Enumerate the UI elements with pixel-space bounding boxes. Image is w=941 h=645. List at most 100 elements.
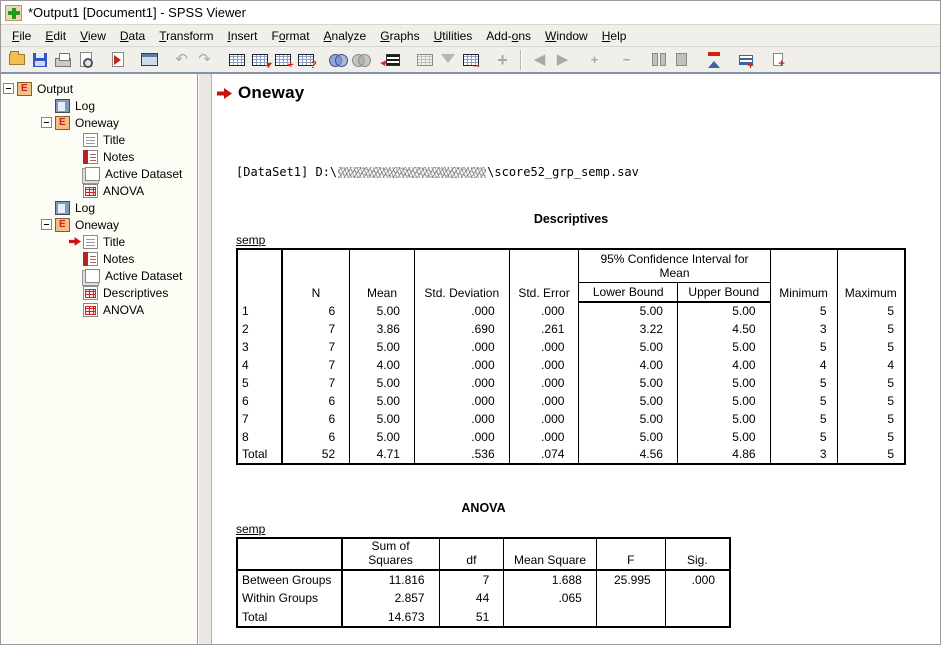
value-cell: 5.00 <box>677 374 770 392</box>
value-cell: .000 <box>509 428 579 446</box>
menu-graphs[interactable]: Graphs <box>373 27 426 45</box>
value-cell: 4.00 <box>677 356 770 374</box>
tree-item-title[interactable]: Title <box>1 233 197 250</box>
goto-case-icon[interactable] <box>248 49 271 71</box>
expand-outline-icon: + <box>583 49 606 71</box>
col-header: Lower Bound <box>579 283 678 302</box>
use-variable-sets-icon[interactable] <box>326 49 349 71</box>
row-label: 2 <box>237 320 282 338</box>
insert-heading-icon[interactable] <box>459 49 482 71</box>
menu-edit[interactable]: Edit <box>38 27 73 45</box>
tree-item-label: Log <box>72 99 98 113</box>
table-row: Total14.67351 <box>237 608 730 627</box>
notes-icon <box>83 150 98 164</box>
value-cell: .000 <box>509 374 579 392</box>
tree-expander-icon[interactable] <box>41 219 52 230</box>
col-header: Upper Bound <box>677 283 770 302</box>
tree-item-oneway[interactable]: Oneway <box>1 114 197 131</box>
tree-item-notes[interactable]: Notes <box>1 148 197 165</box>
save-file-icon[interactable] <box>28 49 51 71</box>
tree-item-descriptives[interactable]: Descriptives <box>1 284 197 301</box>
value-cell: 5.00 <box>677 410 770 428</box>
spss-app-icon <box>5 5 22 21</box>
value-cell: 6 <box>282 302 350 320</box>
select-cases-icon <box>436 49 459 71</box>
open-file-icon[interactable] <box>5 49 28 71</box>
tree-item-title[interactable]: Title <box>1 131 197 148</box>
tree-item-output[interactable]: Output <box>1 80 197 97</box>
corner-cell <box>237 538 342 570</box>
col-header: Maximum <box>837 249 905 302</box>
row-label: 1 <box>237 302 282 320</box>
print-icon[interactable] <box>51 49 74 71</box>
dataset-path-prefix: [DataSet1] D:\ <box>236 165 337 179</box>
promote-outline-icon: ◀ <box>528 49 551 71</box>
value-cell: 4 <box>837 356 905 374</box>
menu-transform[interactable]: Transform <box>152 27 220 45</box>
value-cell: 6 <box>282 428 350 446</box>
tree-item-label: ANOVA <box>100 303 147 317</box>
tree-item-label: Oneway <box>72 116 122 130</box>
value-cell: 14.673 <box>342 608 440 627</box>
value-cell <box>665 589 730 608</box>
export-output-icon[interactable] <box>106 49 129 71</box>
outline-pane: OutputLogOnewayTitleNotesActive DatasetA… <box>1 74 198 644</box>
tree-item-log[interactable]: Log <box>1 97 197 114</box>
menu-window[interactable]: Window <box>538 27 595 45</box>
menu-file[interactable]: File <box>5 27 38 45</box>
menu-add-ons[interactable]: Add-ons <box>479 27 538 45</box>
dataset-path-suffix: \score52_grp_semp.sav <box>487 165 639 179</box>
hide-all-icon[interactable] <box>766 49 789 71</box>
output-content-pane[interactable]: Oneway [DataSet1] D:\\score52_grp_semp.s… <box>212 74 940 644</box>
value-cell: .074 <box>509 446 579 464</box>
menu-data[interactable]: Data <box>113 27 152 45</box>
dialog-recall-icon[interactable] <box>138 49 161 71</box>
spss-viewer-window: *Output1 [Document1] - SPSS Viewer FileE… <box>0 0 941 645</box>
print-preview-icon[interactable] <box>74 49 97 71</box>
table-row: 165.00.000.0005.005.0055 <box>237 302 905 320</box>
insert-variable-icon[interactable] <box>271 49 294 71</box>
value-cell: 5 <box>837 392 905 410</box>
row-label: 3 <box>237 338 282 356</box>
select-last-output-icon[interactable] <box>381 49 404 71</box>
tree-expander-icon[interactable] <box>3 83 14 94</box>
value-cell: .000 <box>509 302 579 320</box>
value-cell: 25.995 <box>596 570 665 589</box>
value-cell: 7 <box>439 570 504 589</box>
anova-table[interactable]: Sum of SquaresdfMean SquareFSig.Between … <box>236 537 731 628</box>
show-all-icon[interactable] <box>734 49 757 71</box>
tree-item-anova[interactable]: ANOVA <box>1 182 197 199</box>
tree-item-notes[interactable]: Notes <box>1 250 197 267</box>
tree-item-label: Oneway <box>72 218 122 232</box>
value-cell: .000 <box>414 338 509 356</box>
corner-cell <box>237 249 282 302</box>
col-header: Sum of Squares <box>342 538 440 570</box>
goto-data-icon[interactable] <box>225 49 248 71</box>
tree-item-log[interactable]: Log <box>1 199 197 216</box>
anova-title: ANOVA <box>236 501 731 515</box>
tree-item-label: Active Dataset <box>102 167 185 181</box>
pane-splitter[interactable] <box>198 74 212 644</box>
table-row: Within Groups2.85744.065 <box>237 589 730 608</box>
tree-item-oneway[interactable]: Oneway <box>1 216 197 233</box>
table-row: 575.00.000.0005.005.0055 <box>237 374 905 392</box>
current-item-arrow-icon <box>69 237 83 246</box>
menu-format[interactable]: Format <box>265 27 317 45</box>
collapse-all-icon[interactable] <box>702 49 725 71</box>
menu-analyze[interactable]: Analyze <box>317 27 374 45</box>
menu-insert[interactable]: Insert <box>220 27 264 45</box>
descriptives-table[interactable]: NMeanStd. DeviationStd. Error95% Confide… <box>236 248 906 465</box>
menu-view[interactable]: View <box>73 27 113 45</box>
col-header: df <box>439 538 504 570</box>
variable-info-icon[interactable] <box>294 49 317 71</box>
tree-item-active-dataset[interactable]: Active Dataset <box>1 267 197 284</box>
tree-item-anova[interactable]: ANOVA <box>1 301 197 318</box>
dataset-icon <box>85 167 100 181</box>
menu-utilities[interactable]: Utilities <box>427 27 480 45</box>
tree-item-active-dataset[interactable]: Active Dataset <box>1 165 197 182</box>
tree-item-label: Notes <box>100 150 137 164</box>
value-cell: 5.00 <box>579 374 678 392</box>
menu-help[interactable]: Help <box>595 27 634 45</box>
tree-expander-icon[interactable] <box>41 117 52 128</box>
dataset-icon <box>85 269 100 283</box>
